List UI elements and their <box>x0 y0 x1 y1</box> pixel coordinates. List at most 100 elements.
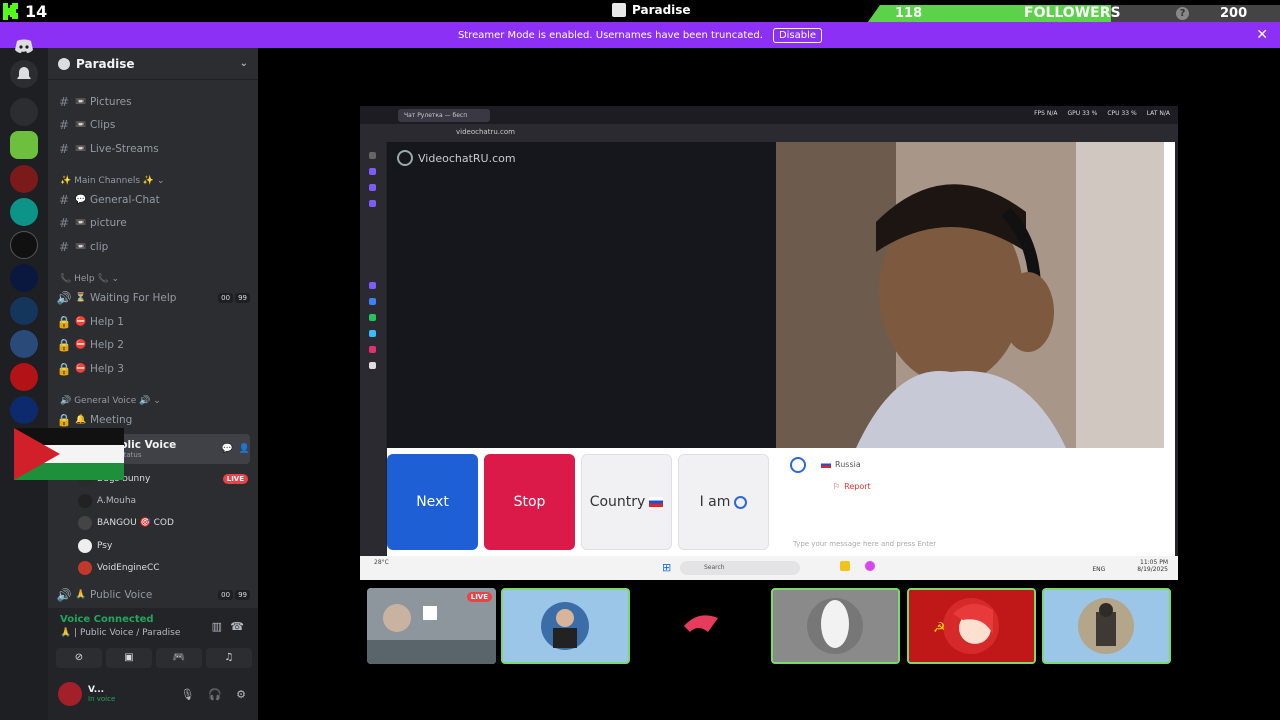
server-icon[interactable] <box>10 264 38 292</box>
browser-address-bar[interactable]: videochatru.com <box>360 124 1178 142</box>
participant-tile[interactable] <box>636 588 765 664</box>
server-icon[interactable] <box>10 297 38 325</box>
peer-video-image <box>776 142 1164 448</box>
sidebar-icon[interactable] <box>369 168 376 175</box>
headphones-icon[interactable]: 🎧 <box>208 688 222 701</box>
server-paradise-icon[interactable] <box>10 131 38 159</box>
sidebar-icon[interactable] <box>369 200 376 207</box>
clock-time: 11:05 PM <box>1140 559 1168 566</box>
avatar <box>503 590 628 662</box>
voice-channel-help-2[interactable]: 🔒 ⛔ Help 2 <box>56 334 250 356</box>
instagram-icon[interactable] <box>369 346 376 353</box>
viewer-count: 14 <box>25 2 48 21</box>
close-icon[interactable]: ✕ <box>1256 27 1268 43</box>
add-member-icon[interactable]: 👤 <box>239 444 250 454</box>
twitch-icon[interactable] <box>369 282 376 289</box>
disable-streamer-mode-button[interactable]: Disable <box>772 27 823 43</box>
telegram-icon[interactable] <box>369 330 376 337</box>
voice-member[interactable]: BANGOU 🎯 COD <box>78 513 248 533</box>
category-help[interactable]: 📞 Help 📞 ⌄ <box>60 274 119 284</box>
noise-suppression-icon[interactable]: ▥ <box>212 620 222 633</box>
channel-live-streams[interactable]: # 📼 Live-Streams <box>56 138 250 160</box>
participant-tile[interactable]: ☭ <box>907 588 1036 664</box>
channel-picture[interactable]: # 📼 picture <box>56 212 250 234</box>
file-explorer-icon[interactable] <box>840 561 850 571</box>
voice-channel-waiting-for-help[interactable]: 🔊 ⏳ Waiting For Help 00 99 <box>56 287 250 309</box>
sidebar-icon[interactable] <box>369 152 376 159</box>
category-main-channels[interactable]: ✨ Main Channels ✨ ⌄ <box>60 176 165 186</box>
gear-icon[interactable]: ⚙ <box>236 688 246 701</box>
system-tray: ENG 11:05 PM 8/19/2025 <box>1092 559 1168 573</box>
server-icon[interactable] <box>10 231 38 259</box>
followers-label: FOLLOWERS <box>1024 5 1121 21</box>
server-icon[interactable] <box>10 330 38 358</box>
opera-gx-icon[interactable] <box>865 561 875 571</box>
country-button[interactable]: Country <box>581 454 672 550</box>
shared-screen-window[interactable]: Чат Рулетка — бесп FPS N/A GPU 33 % CPU … <box>360 106 1178 580</box>
voice-member[interactable]: Psy <box>78 536 248 556</box>
voice-connected-status: Voice Connected <box>60 614 154 625</box>
participant-tile[interactable] <box>1042 588 1171 664</box>
server-header[interactable]: Paradise ⌄ <box>48 48 258 80</box>
status-hint: status <box>120 451 142 459</box>
chat-icon[interactable]: 💬 <box>222 444 233 454</box>
i-am-button[interactable]: I am <box>678 454 769 550</box>
russia-flag-icon <box>649 497 664 507</box>
stop-button[interactable]: Stop <box>484 454 575 550</box>
browser-sidebar <box>360 142 386 556</box>
browser-tab[interactable]: Чат Рулетка — бесп <box>398 109 490 122</box>
channel-clip[interactable]: # 📼 clip <box>56 236 250 258</box>
participant-tile[interactable]: LIVE <box>367 588 496 664</box>
channel-emoji: ⛔ <box>75 340 87 350</box>
participant-tile[interactable] <box>771 588 900 664</box>
voice-channel-public-voice[interactable]: 🔊 🙏 Public Voice 00 99 <box>56 584 250 606</box>
help-icon: ? <box>1176 7 1189 20</box>
user-panel[interactable]: V... In voice <box>58 682 115 706</box>
disconnect-icon[interactable]: ☎ <box>230 620 244 633</box>
screen-share-icon[interactable]: ▣ <box>106 648 152 668</box>
server-icon[interactable] <box>10 198 38 226</box>
tiktok-icon[interactable] <box>369 362 376 369</box>
messenger-icon[interactable] <box>369 298 376 305</box>
microphone-icon[interactable]: 🎙 <box>180 688 194 701</box>
server-vl-icon[interactable] <box>10 98 38 126</box>
category-general-voice[interactable]: 🔊 General Voice 🔊 ⌄ <box>60 396 161 406</box>
voice-member[interactable]: A.Mouha <box>78 491 248 511</box>
streamer-mode-banner: Streamer Mode is enabled. Usernames have… <box>0 22 1280 48</box>
voice-channel-help-3[interactable]: 🔒 ⛔ Help 3 <box>56 358 250 380</box>
taskbar-search[interactable]: Search <box>680 561 800 575</box>
notifications-icon[interactable] <box>10 60 38 88</box>
channel-clips[interactable]: # 📼 Clips <box>56 114 250 136</box>
peer-info-panel: Russia ⚐ Report Type your message here a… <box>787 454 1167 550</box>
discord-home-icon[interactable] <box>10 32 38 60</box>
windows-start-icon[interactable]: ⊞ <box>662 561 671 574</box>
participant-tile[interactable] <box>501 588 630 664</box>
channel-general-chat[interactable]: # 💬 General-Chat <box>56 189 250 211</box>
report-button[interactable]: ⚐ Report <box>833 482 871 491</box>
channel-emoji: ⛔ <box>75 317 87 327</box>
avatar <box>78 561 92 575</box>
server-icon[interactable] <box>10 363 38 391</box>
voice-channel-help-1[interactable]: 🔒 ⛔ Help 1 <box>56 311 250 333</box>
channel-emoji: 🙏 <box>75 590 87 600</box>
voice-member[interactable]: VoidEngineCC <box>78 558 248 578</box>
settings-gear-icon[interactable] <box>790 457 806 473</box>
server-icon[interactable] <box>10 165 38 193</box>
camera-off-icon[interactable]: ⊘ <box>56 648 102 668</box>
streamer-mode-message: Streamer Mode is enabled. Usernames have… <box>457 29 763 41</box>
channel-pictures[interactable]: # 📼 Pictures <box>56 91 250 113</box>
message-input[interactable]: Type your message here and press Enter <box>793 540 936 548</box>
self-video-pane: VideochatRU.com <box>387 142 776 448</box>
peer-country: Russia <box>821 460 861 469</box>
next-button[interactable]: Next <box>387 454 478 550</box>
sidebar-icon[interactable] <box>369 184 376 191</box>
avatar <box>78 494 92 508</box>
soundboard-icon[interactable]: ♫ <box>206 648 252 668</box>
language-indicator[interactable]: ENG <box>1092 566 1105 573</box>
lock-icon: 🔒 <box>56 315 72 329</box>
whatsapp-icon[interactable] <box>369 314 376 321</box>
weather-widget[interactable]: 28°C <box>374 559 389 566</box>
server-icon[interactable] <box>10 396 38 424</box>
activity-icon[interactable]: 🎮 <box>156 648 202 668</box>
voice-location[interactable]: 🙏 | Public Voice / Paradise <box>60 628 180 638</box>
